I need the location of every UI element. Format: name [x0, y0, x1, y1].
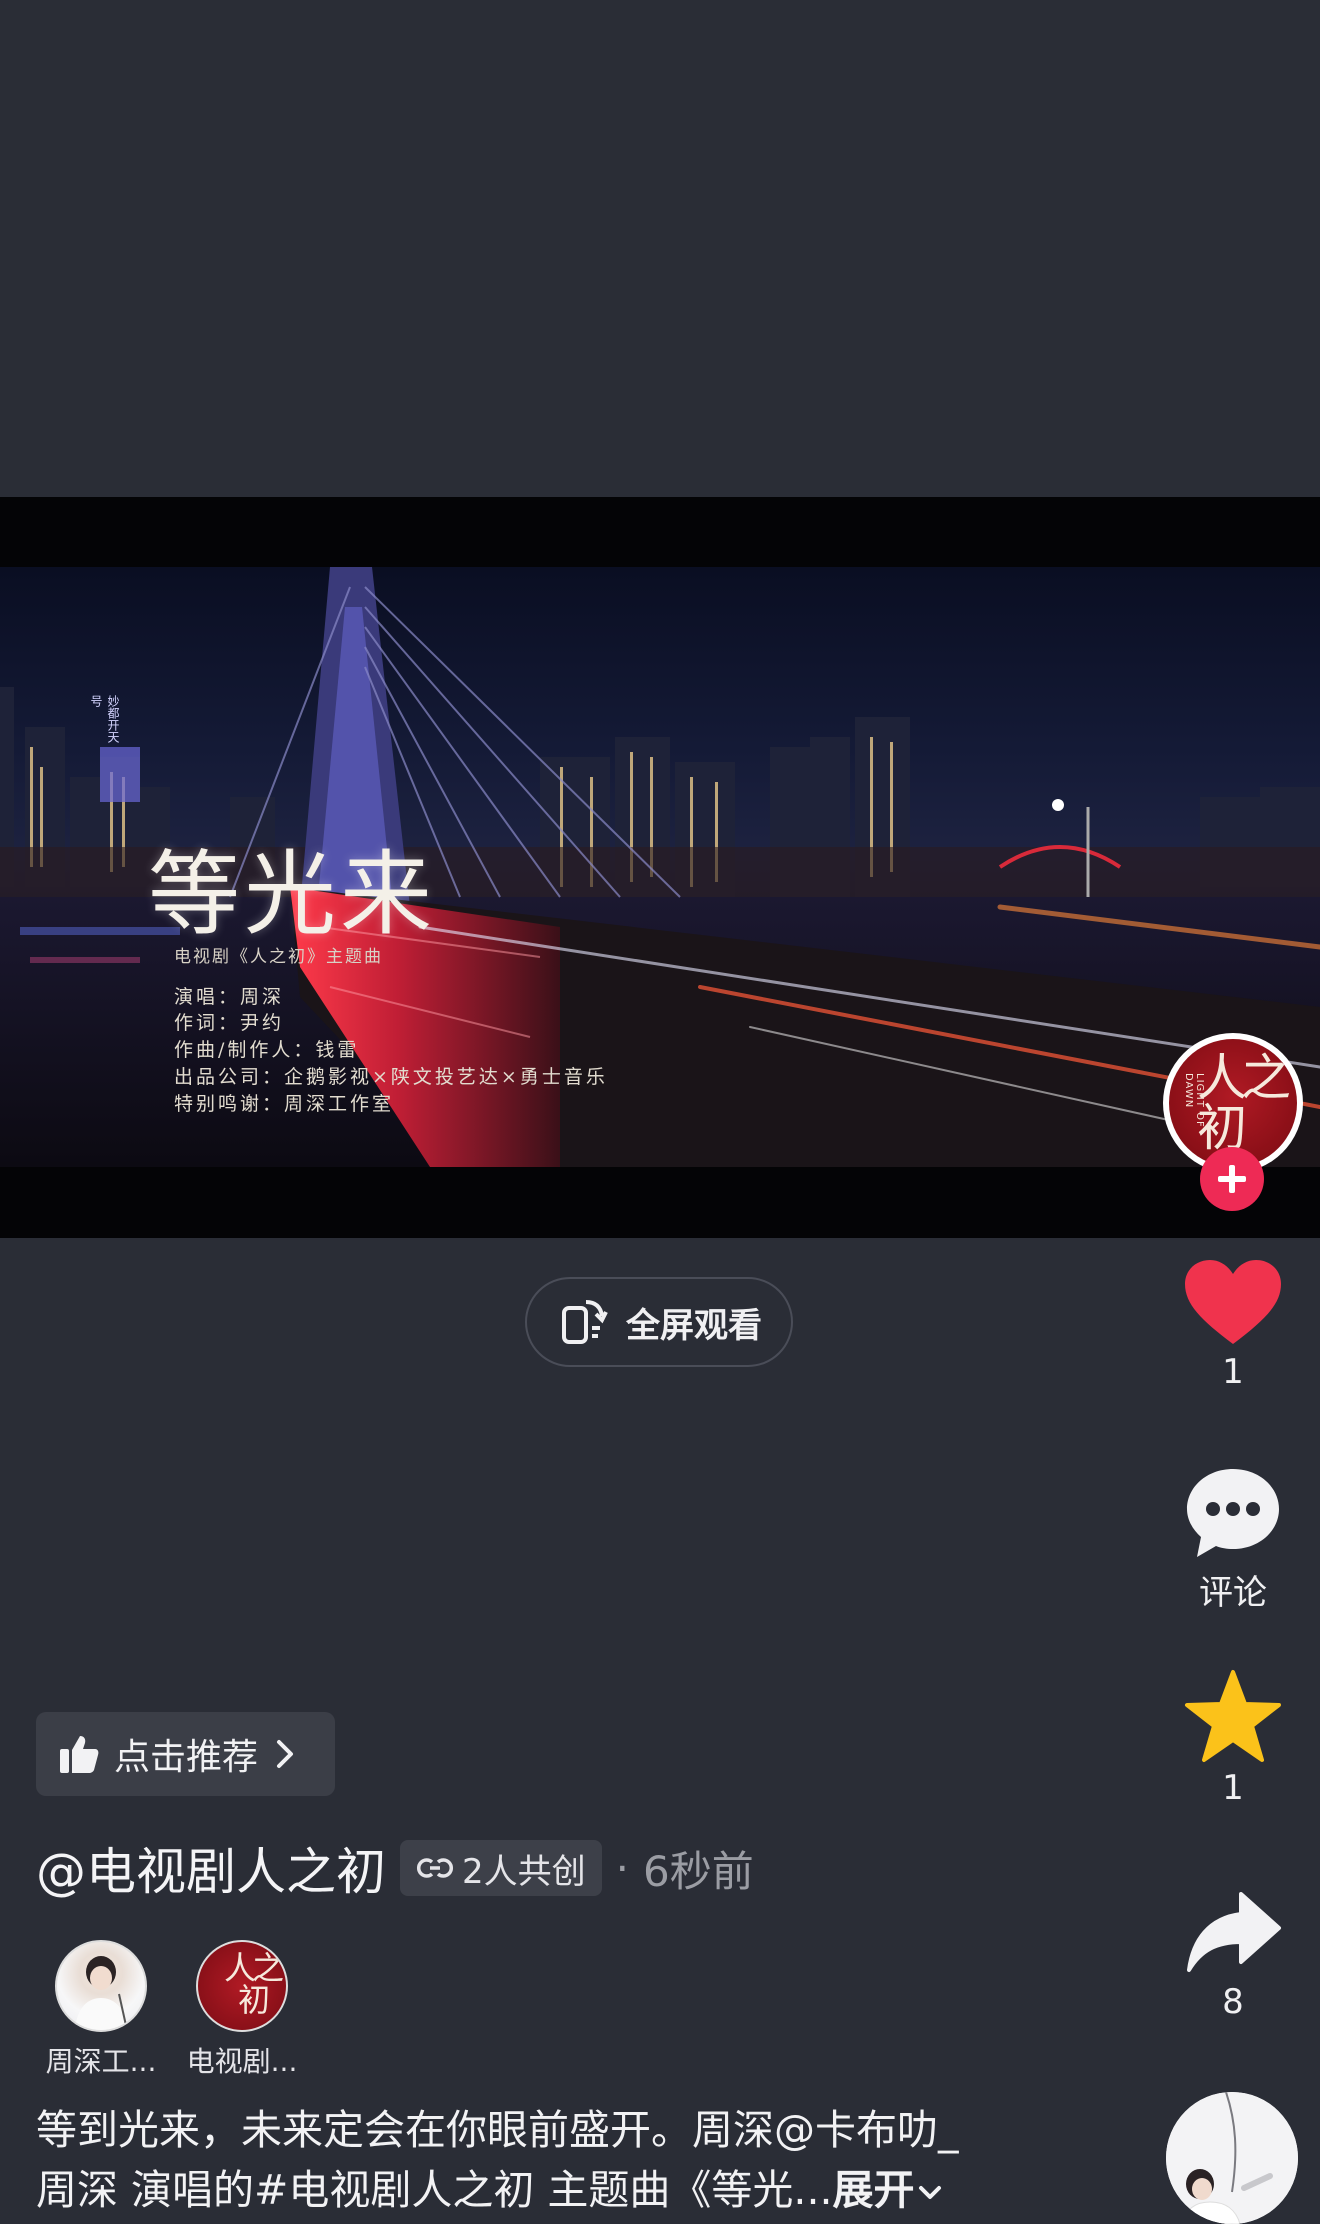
music-disc-avatar[interactable]: [1166, 2092, 1298, 2224]
creator-item[interactable]: 周深工...: [36, 1940, 166, 2080]
credit-line: 出品公司：企鹅影视×陕文投艺达×勇士音乐: [174, 1066, 608, 1088]
avatar: [55, 1940, 147, 2032]
rotate-screen-icon: [562, 1300, 608, 1344]
credit-line: 作词：尹约: [174, 1012, 285, 1034]
author-line: @电视剧人之初 2人共创 · 6秒前: [36, 1833, 754, 1903]
logo-text: 人之初: [223, 1949, 284, 2019]
star-icon: [1185, 1670, 1281, 1762]
credit-line: 演唱：周深: [174, 986, 285, 1008]
comment-icon: [1187, 1469, 1279, 1557]
link-icon: [416, 1858, 454, 1878]
like-button[interactable]: 1: [1170, 1258, 1296, 1392]
comment-button[interactable]: 评论: [1170, 1465, 1296, 1614]
description-line: 周深 演唱的#电视剧人之初 主题曲《等光...展开: [36, 2160, 1056, 2220]
person-photo: [75, 1956, 128, 2030]
share-count: 8: [1222, 1982, 1244, 2022]
fullscreen-label: 全屏观看: [626, 1305, 762, 1346]
chevron-right-icon: [277, 1740, 294, 1768]
fullscreen-button[interactable]: 全屏观看: [525, 1277, 793, 1367]
share-button[interactable]: 8: [1170, 1888, 1296, 2022]
like-count: 1: [1222, 1352, 1244, 1392]
follow-button[interactable]: [1200, 1147, 1264, 1211]
creator-name: 周深工...: [45, 2045, 157, 2078]
building-sign: 妙都开天号: [89, 695, 120, 743]
heart-icon: [1185, 1260, 1281, 1344]
creator-item[interactable]: 人之初 电视剧...: [177, 1940, 307, 2080]
cocreate-label: 2人共创: [462, 1851, 586, 1892]
separator-dot: ·: [615, 1843, 629, 1893]
credit-line: 作曲/制作人：钱雷: [174, 1039, 360, 1061]
share-arrow-icon: [1187, 1892, 1281, 1972]
person-photo: [1166, 2092, 1298, 2224]
credit-subtitle: 电视剧《人之初》主题曲: [174, 947, 383, 967]
recommend-button[interactable]: 点击推荐: [36, 1712, 335, 1796]
cocreate-badge[interactable]: 2人共创: [400, 1840, 602, 1896]
favorite-count: 1: [1222, 1768, 1244, 1808]
plus-icon: [1218, 1165, 1246, 1193]
chevron-down-icon: [918, 2186, 941, 2199]
author-name[interactable]: @电视剧人之初: [36, 1832, 386, 1904]
description-line: 等到光来，未来定会在你眼前盛开。周深@卡布叻_: [36, 2106, 959, 2154]
recommend-label: 点击推荐: [114, 1737, 259, 1778]
comment-label: 评论: [1199, 1573, 1267, 1613]
creator-name: 电视剧...: [186, 2045, 298, 2078]
favorite-button[interactable]: 1: [1170, 1668, 1296, 1808]
post-time: 6秒前: [643, 1846, 754, 1896]
avatar: 人之初: [196, 1940, 288, 2032]
thumbs-up-icon: [60, 1736, 99, 1773]
post-description[interactable]: 等到光来，未来定会在你眼前盛开。周深@卡布叻_ 周深 演唱的#电视剧人之初 主题…: [36, 2100, 1056, 2220]
video-title-overlay: 等光来: [148, 841, 437, 948]
credit-line: 特别鸣谢：周深工作室: [174, 1093, 395, 1115]
expand-link[interactable]: 展开: [833, 2166, 945, 2214]
